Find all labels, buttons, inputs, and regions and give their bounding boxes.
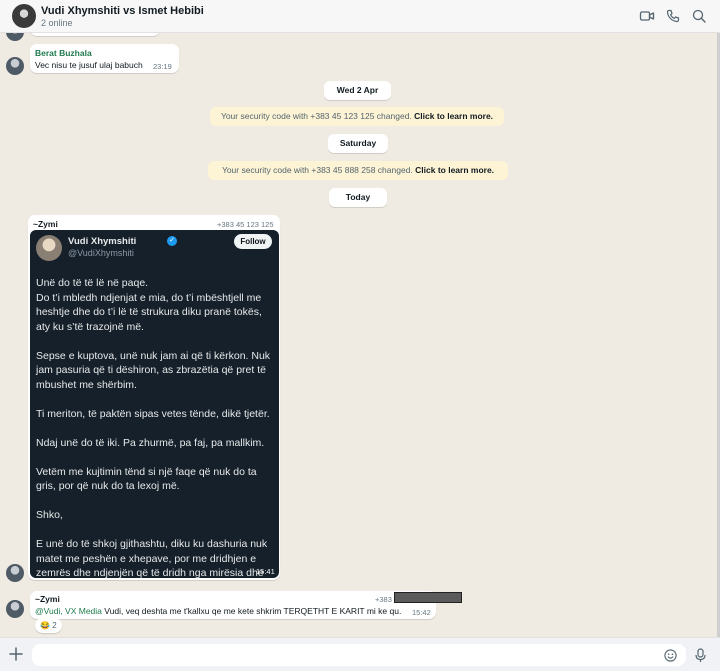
sender-avatar[interactable]	[6, 600, 24, 618]
voice-call-icon[interactable]	[665, 8, 681, 24]
tweet-paragraph: Vetëm me kujtimin tënd si një faqe që nu…	[36, 465, 257, 493]
date-separator: Today	[329, 188, 387, 207]
group-avatar[interactable]	[12, 4, 36, 28]
tweet-paragraph: Unë do të të lë në paqe. Do t’i mbledh n…	[36, 277, 262, 333]
security-notice-text: Your security code with +383 45 888 258 …	[221, 165, 413, 175]
sender-avatar[interactable]	[6, 57, 24, 75]
date-separator: Wed 2 Apr	[324, 81, 391, 100]
tweet-paragraph: E unë do të shkoj gjithashtu, diku ku da…	[36, 538, 268, 578]
sender-phone: +383	[375, 595, 392, 604]
learn-more-link[interactable]: Click to learn more.	[414, 111, 493, 121]
message-time: 23:19	[153, 62, 172, 71]
message-bubble[interactable]: ~Zymi +383 @Vudi, VX Media Vudi, veq des…	[30, 591, 462, 619]
composer-bar	[0, 637, 720, 671]
learn-more-link[interactable]: Click to learn more.	[415, 165, 494, 175]
sender-avatar[interactable]	[6, 564, 24, 582]
tweet-text: Unë do të të lë në paqe. Do t’i mbledh n…	[36, 276, 274, 578]
sender-avatar[interactable]	[6, 33, 24, 41]
online-status: 2 online	[41, 18, 73, 28]
reaction-count: 2	[52, 621, 57, 630]
message-sender[interactable]: Berat Buzhala	[35, 48, 92, 58]
tweet-author-avatar	[36, 235, 62, 261]
message-input[interactable]	[32, 644, 686, 666]
plus-icon[interactable]	[9, 647, 23, 661]
date-separator: Saturday	[328, 134, 388, 153]
verified-badge-icon: ✓	[167, 236, 177, 246]
message-bubble[interactable]: Berat Buzhala Vec nisu te jusuf ulaj bab…	[30, 44, 179, 73]
video-call-icon[interactable]	[639, 8, 655, 24]
mention-link[interactable]: @Vudi, VX Media	[35, 606, 102, 616]
chat-header: Vudi Xhymshiti vs Ismet Hebibi 2 online	[0, 0, 720, 33]
tweet-author-handle: @VudiXhymshiti	[68, 248, 134, 258]
tweet-paragraph: Ti meriton, të paktën sipas vetes tënde,…	[36, 407, 270, 420]
chat-title[interactable]: Vudi Xhymshiti vs Ismet Hebibi	[41, 5, 204, 17]
message-bubble-partial	[30, 33, 160, 36]
message-time: 15:41	[256, 567, 275, 576]
tweet-paragraph: Shko,	[36, 509, 63, 521]
search-icon[interactable]	[691, 8, 707, 24]
message-text-row: @Vudi, VX Media Vudi, veq deshta me t'ka…	[35, 606, 401, 616]
follow-button[interactable]: Follow	[234, 234, 272, 249]
microphone-icon[interactable]	[694, 648, 707, 663]
message-text: Vec nisu te jusuf ulaj babuch	[35, 60, 143, 70]
redaction-box	[394, 592, 462, 603]
message-sender[interactable]: ~Zymi	[35, 594, 60, 604]
tweet-card[interactable]: Vudi Xhymshiti ✓ @VudiXhymshiti Follow U…	[30, 230, 279, 578]
message-reaction[interactable]: 😂 2	[35, 618, 62, 633]
emoji-icon[interactable]	[664, 649, 677, 662]
tweet-paragraph: Sepse e kuptova, unë nuk jam ai që ti kë…	[36, 349, 271, 391]
message-time: 15:42	[412, 608, 431, 617]
reaction-emoji: 😂	[40, 621, 50, 630]
message-sender[interactable]: ~Zymi	[33, 219, 58, 229]
tweet-author-name: Vudi Xhymshiti	[68, 236, 137, 247]
security-notice[interactable]: Your security code with +383 45 123 125 …	[210, 107, 504, 126]
sender-phone: +383 45 123 125	[217, 220, 274, 229]
security-notice[interactable]: Your security code with +383 45 888 258 …	[208, 161, 508, 180]
message-text: Vudi, veq deshta me t'kallxu qe me kete …	[104, 606, 402, 616]
security-notice-text: Your security code with +383 45 123 125 …	[220, 111, 412, 121]
tweet-paragraph: Ndaj unë do të iki. Pa zhurmë, pa faj, p…	[36, 436, 265, 449]
